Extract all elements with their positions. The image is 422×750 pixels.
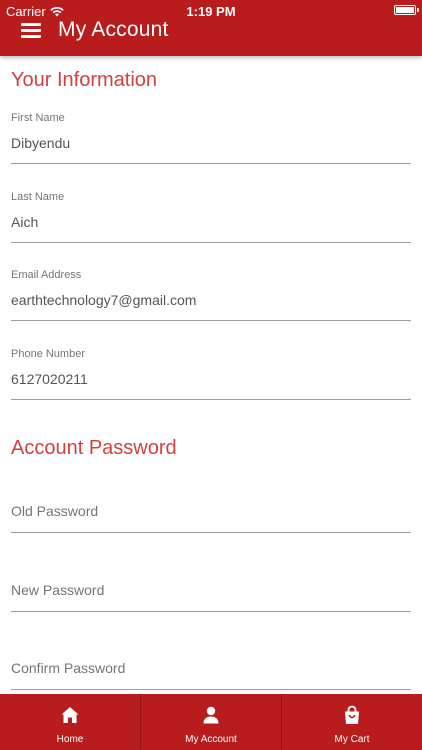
tab-my-cart[interactable]: My Cart: [281, 694, 422, 750]
your-information-title: Your Information: [11, 69, 158, 91]
email-label: Email Address: [11, 269, 82, 281]
bottom-tab-bar: Home My Account My Cart: [0, 694, 422, 750]
confirm-password-input[interactable]: [11, 660, 411, 676]
phone-value[interactable]: 6127020211: [11, 371, 88, 387]
first-name-label: First Name: [11, 112, 65, 124]
home-icon: [61, 707, 79, 723]
user-icon: [203, 706, 219, 724]
tab-home[interactable]: Home: [0, 694, 140, 750]
first-name-value[interactable]: Dibyendu: [11, 135, 70, 151]
tab-my-cart-label: My Cart: [334, 734, 370, 745]
hamburger-menu-icon[interactable]: [21, 23, 41, 39]
tab-my-account-label: My Account: [185, 734, 237, 745]
email-value[interactable]: earthtechnology7@gmail.com: [11, 292, 196, 308]
first-name-field[interactable]: First Name Dibyendu: [11, 112, 411, 166]
phone-underline: [11, 399, 411, 400]
old-password-field[interactable]: [11, 503, 411, 535]
new-password-underline: [11, 611, 411, 612]
old-password-underline: [11, 532, 411, 533]
new-password-input[interactable]: [11, 582, 411, 598]
last-name-label: Last Name: [11, 191, 65, 203]
confirm-password-field[interactable]: [11, 660, 411, 692]
phone-field[interactable]: Phone Number 6127020211: [11, 348, 411, 402]
account-form: Your Information First Name Dibyendu Las…: [0, 56, 422, 694]
confirm-password-underline: [11, 689, 411, 690]
last-name-value[interactable]: Aich: [11, 214, 38, 230]
email-underline: [11, 320, 411, 321]
first-name-underline: [11, 163, 411, 164]
old-password-input[interactable]: [11, 503, 411, 519]
tab-my-account[interactable]: My Account: [140, 694, 281, 750]
phone-label: Phone Number: [11, 348, 85, 360]
shopping-bag-icon: [345, 705, 359, 724]
email-field[interactable]: Email Address earthtechnology7@gmail.com: [11, 269, 411, 323]
new-password-field[interactable]: [11, 582, 411, 614]
last-name-underline: [11, 242, 411, 243]
page-title: My Account: [58, 18, 169, 41]
tab-home-label: Home: [56, 734, 84, 745]
nav-bar: My Account: [0, 14, 422, 46]
last-name-field[interactable]: Last Name Aich: [11, 191, 411, 245]
account-password-title: Account Password: [11, 437, 177, 459]
app-header: Carrier 1:19 PM My Account: [0, 0, 422, 56]
